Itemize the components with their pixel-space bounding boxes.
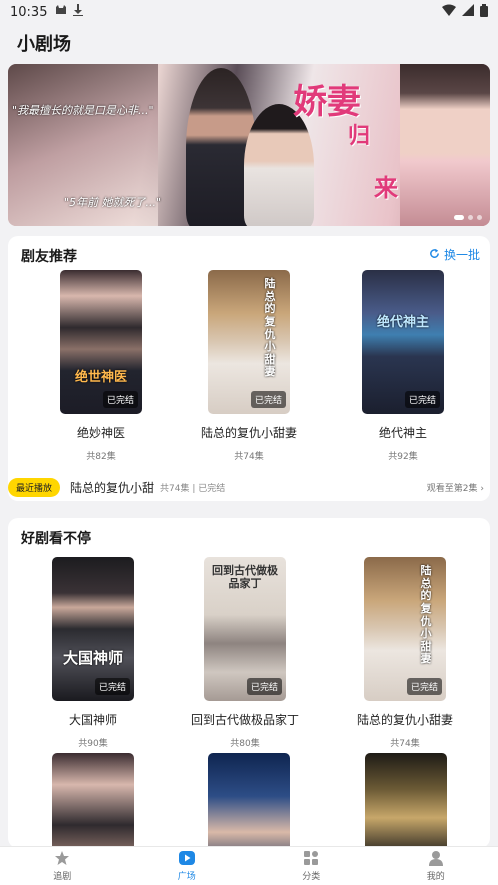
drama-poster: 绝世神医 已完结 xyxy=(60,270,142,414)
banner-quote-1: "我最擅长的就是口是心非..." xyxy=(12,104,154,117)
tab-label: 分类 xyxy=(302,872,321,882)
refresh-label: 换一批 xyxy=(443,248,480,262)
episode-count: 共92集 xyxy=(388,452,418,462)
banner-carousel[interactable]: "我最擅长的就是口是心非..." "5年前 她就死了..." 娇妻 归 来 xyxy=(8,64,490,226)
drama-card[interactable]: 大国神师 已完结 大国神师 共90集 xyxy=(18,557,168,749)
recent-drama-meta: 共74集 | 已完结 xyxy=(160,483,226,494)
battery-icon xyxy=(480,3,488,21)
download-icon xyxy=(73,4,84,20)
poster-text: 回到古代做极品家丁 xyxy=(212,564,278,590)
drama-title: 陆总的复仇小甜妻 xyxy=(200,426,297,440)
status-badge: 已完结 xyxy=(102,391,138,408)
status-badge: 已完结 xyxy=(404,391,440,408)
banner-title-3: 来 xyxy=(374,173,398,202)
status-badge: 已完结 xyxy=(246,678,282,695)
tab-profile[interactable]: 我的 xyxy=(374,847,498,885)
chevron-right-icon: › xyxy=(480,483,484,494)
tab-category[interactable]: 分类 xyxy=(249,847,374,885)
signal-icon xyxy=(462,4,474,20)
star-icon xyxy=(54,850,70,866)
poster-text: 绝世神医 xyxy=(74,370,127,386)
drama-poster[interactable] xyxy=(208,753,290,848)
bottom-tab-bar: 追剧 广场 分类 我的 xyxy=(0,846,498,885)
status-badge: 已完结 xyxy=(406,678,442,695)
cat-icon xyxy=(55,4,67,20)
tab-label: 我的 xyxy=(426,872,445,882)
status-time: 10:35 xyxy=(10,4,48,20)
carousel-dot xyxy=(454,215,464,220)
poster-text: 陆总的复仇小甜妻 xyxy=(264,277,276,379)
drama-card[interactable]: 绝世神医 已完结 绝妙神医 共82集 xyxy=(26,270,176,462)
wifi-icon xyxy=(442,4,456,20)
status-badge: 已完结 xyxy=(94,678,130,695)
drama-poster: 大国神师 已完结 xyxy=(52,557,134,701)
drama-card[interactable]: 陆总的复仇小甜妻 已完结 陆总的复仇小甜妻 共74集 xyxy=(174,270,324,462)
section-title: 好剧看不停 xyxy=(21,531,91,547)
recent-drama-name: 陆总的复仇小甜 xyxy=(70,480,155,495)
recent-play-row[interactable]: 最近播放 陆总的复仇小甜 共74集 | 已完结 观看至第2集 › xyxy=(8,477,484,497)
episode-count: 共74集 xyxy=(234,452,264,462)
user-icon xyxy=(428,850,444,866)
carousel-indicator xyxy=(454,215,482,220)
section-title: 剧友推荐 xyxy=(21,249,77,265)
drama-poster: 陆总的复仇小甜妻 已完结 xyxy=(208,270,290,414)
drama-poster: 陆总的复仇小甜妻 已完结 xyxy=(364,557,446,701)
drama-title: 回到古代做极品家丁 xyxy=(190,713,299,727)
episode-count: 共74集 xyxy=(390,739,420,749)
refresh-button[interactable]: 换一批 xyxy=(429,246,480,263)
recommend-section: 剧友推荐 换一批 绝世神医 已完结 绝妙神医 共82集 陆总的复仇小甜妻 已完结… xyxy=(8,236,490,501)
carousel-dot xyxy=(468,215,473,220)
play-icon xyxy=(178,850,195,866)
drama-card[interactable]: 绝代神主 已完结 绝代神主 共92集 xyxy=(328,270,478,462)
poster-text: 大国神师 xyxy=(62,648,123,667)
status-bar: 10:35 xyxy=(0,0,498,24)
category-icon xyxy=(303,850,319,866)
drama-card[interactable]: 回到古代做极品家丁 已完结 回到古代做极品家丁 共80集 xyxy=(170,557,320,749)
status-badge: 已完结 xyxy=(250,391,286,408)
drama-card[interactable]: 陆总的复仇小甜妻 已完结 陆总的复仇小甜妻 共74集 xyxy=(330,557,480,749)
recent-progress-label: 观看至第2集 xyxy=(426,483,478,494)
episode-count: 共90集 xyxy=(78,739,108,749)
banner-title-2: 归 xyxy=(348,123,371,149)
drama-poster[interactable] xyxy=(52,753,134,848)
episode-count: 共80集 xyxy=(230,739,260,749)
drama-poster: 回到古代做极品家丁 已完结 xyxy=(204,557,286,701)
drama-title: 绝妙神医 xyxy=(76,426,125,440)
banner-quote-2: "5年前 她就死了..." xyxy=(64,196,162,209)
drama-title: 陆总的复仇小甜妻 xyxy=(356,713,453,727)
tab-follow[interactable]: 追剧 xyxy=(0,847,125,885)
page-title: 小剧场 xyxy=(17,34,71,55)
drama-poster[interactable] xyxy=(365,753,447,848)
drama-title: 大国神师 xyxy=(68,713,117,727)
binge-section: 好剧看不停 大国神师 已完结 大国神师 共90集 回到古代做极品家丁 已完结 回… xyxy=(8,518,490,848)
refresh-icon xyxy=(429,248,440,262)
drama-title: 绝代神主 xyxy=(378,426,427,440)
banner-title-1: 娇妻 xyxy=(293,82,361,122)
poster-text: 绝代神主 xyxy=(376,315,429,330)
poster-text: 陆总的复仇小甜妻 xyxy=(420,564,432,666)
episode-count: 共82集 xyxy=(86,452,116,462)
drama-poster: 绝代神主 已完结 xyxy=(362,270,444,414)
tab-square[interactable]: 广场 xyxy=(125,847,250,885)
recent-tag: 最近播放 xyxy=(8,477,61,497)
recent-progress: 观看至第2集 › xyxy=(427,481,484,494)
carousel-dot xyxy=(477,215,482,220)
banner-figure-right xyxy=(400,64,490,226)
tab-label: 追剧 xyxy=(53,872,72,882)
tab-label: 广场 xyxy=(177,872,196,882)
